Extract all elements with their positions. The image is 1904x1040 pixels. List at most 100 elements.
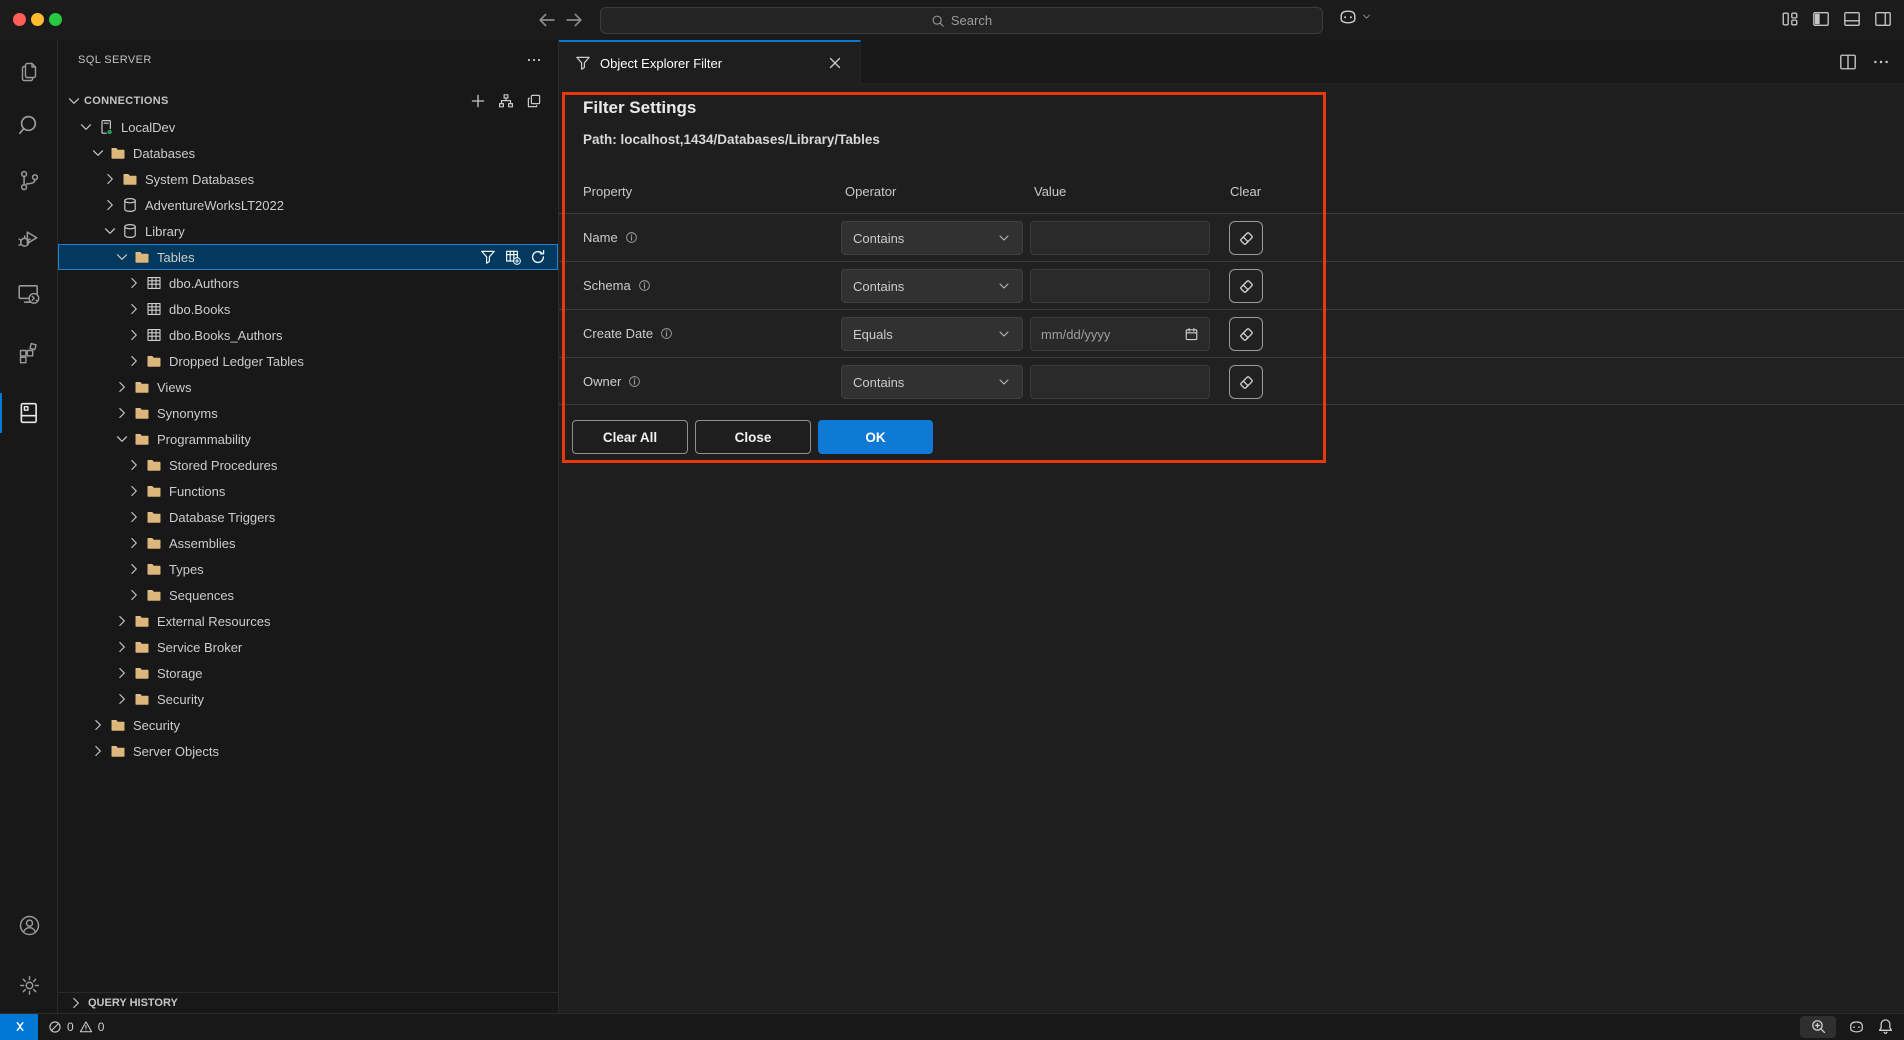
navigate-back-icon[interactable] — [536, 9, 558, 31]
activity-bar-item-sql-server[interactable] — [0, 391, 58, 435]
customize-layout-icon[interactable] — [1781, 10, 1799, 28]
zoom-in-status-button[interactable] — [1800, 1016, 1836, 1038]
notifications-bell-icon[interactable] — [1877, 1018, 1894, 1035]
tree-item-types[interactable]: Types — [58, 556, 558, 582]
tree-item-system-databases[interactable]: System Databases — [58, 166, 558, 192]
tree-item-service-broker[interactable]: Service Broker — [58, 634, 558, 660]
eraser-icon — [1238, 278, 1255, 295]
clear-row-button[interactable] — [1229, 221, 1263, 255]
tree-item-label: Stored Procedures — [169, 458, 277, 473]
database-icon — [122, 197, 138, 213]
explorer-icon — [17, 60, 41, 84]
tree-item-library[interactable]: Library — [58, 218, 558, 244]
tree-item-security[interactable]: Security — [58, 712, 558, 738]
folder-icon — [110, 145, 126, 161]
window-zoom-button[interactable] — [49, 13, 62, 26]
server-group-icon[interactable] — [498, 93, 514, 109]
tree-item-assemblies[interactable]: Assemblies — [58, 530, 558, 556]
ok-button[interactable]: OK — [818, 420, 933, 454]
activity-bar-item-search[interactable] — [0, 102, 58, 146]
remote-icon — [12, 1019, 27, 1034]
tree-item-server-objects[interactable]: Server Objects — [58, 738, 558, 764]
operator-dropdown[interactable]: Contains — [841, 269, 1023, 303]
tree-item-adventureworkslt2022[interactable]: AdventureWorksLT2022 — [58, 192, 558, 218]
value-input[interactable]: mm/dd/yyyy — [1030, 317, 1210, 351]
query-history-section[interactable]: QUERY HISTORY — [58, 992, 558, 1013]
tree-item-tables[interactable]: Tables — [58, 244, 558, 270]
operator-dropdown[interactable]: Equals — [841, 317, 1023, 351]
tree-item-functions[interactable]: Functions — [58, 478, 558, 504]
tree-item-databases[interactable]: Databases — [58, 140, 558, 166]
navigate-forward-icon[interactable] — [563, 9, 585, 31]
activity-bar-item-run-and-debug[interactable] — [0, 215, 58, 259]
tree-item-dbo-books[interactable]: dbo.Books — [58, 296, 558, 322]
chevron-down-icon — [90, 145, 106, 161]
chevron-down-icon — [997, 375, 1011, 389]
tree-item-dbo-authors[interactable]: dbo.Authors — [58, 270, 558, 296]
tree-item-localdev[interactable]: LocalDev — [58, 114, 558, 140]
tree-item-storage[interactable]: Storage — [58, 660, 558, 686]
split-editor-icon[interactable] — [1839, 53, 1857, 71]
add-connection-icon[interactable] — [470, 93, 486, 109]
tree-item-label: Programmability — [157, 432, 251, 447]
table-icon — [146, 301, 162, 317]
activity-bar-item-explorer[interactable] — [0, 50, 58, 94]
activity-bar-item-accounts[interactable] — [0, 903, 58, 947]
toggle-primary-sidebar-icon[interactable] — [1812, 10, 1830, 28]
value-input[interactable] — [1030, 221, 1210, 255]
tree-item-synonyms[interactable]: Synonyms — [58, 400, 558, 426]
filter-icon[interactable] — [480, 249, 496, 265]
tree-item-external-resources[interactable]: External Resources — [58, 608, 558, 634]
activity-bar-item-extensions[interactable] — [0, 331, 58, 375]
chevron-down-icon — [114, 249, 130, 265]
clear-all-button[interactable]: Clear All — [572, 420, 688, 454]
tab-close-icon[interactable] — [826, 54, 844, 72]
chevron-down-icon — [1361, 11, 1372, 22]
operator-dropdown[interactable]: Contains — [841, 221, 1023, 255]
folder-icon — [134, 665, 150, 681]
tree-item-connections[interactable]: CONNECTIONS — [58, 88, 558, 114]
operator-dropdown[interactable]: Contains — [841, 365, 1023, 399]
tree-item-sequences[interactable]: Sequences — [58, 582, 558, 608]
editor-more-actions-icon[interactable] — [1872, 53, 1890, 71]
window-close-button[interactable] — [13, 13, 26, 26]
value-input[interactable] — [1030, 365, 1210, 399]
value-input[interactable] — [1030, 269, 1210, 303]
toggle-secondary-sidebar-icon[interactable] — [1874, 10, 1892, 28]
clear-row-button[interactable] — [1229, 269, 1263, 303]
chevron-down-icon — [997, 327, 1011, 341]
tree-item-programmability[interactable]: Programmability — [58, 426, 558, 452]
clear-row-button[interactable] — [1229, 317, 1263, 351]
property-label: Schema — [583, 262, 651, 309]
activity-bar-item-settings[interactable] — [0, 963, 58, 1007]
tree-item-views[interactable]: Views — [58, 374, 558, 400]
toggle-panel-icon[interactable] — [1843, 10, 1861, 28]
window-minimize-button[interactable] — [31, 13, 44, 26]
tab-object-explorer-filter[interactable]: Object Explorer Filter — [559, 40, 861, 84]
problems-status[interactable]: 0 0 — [48, 1020, 104, 1034]
calendar-icon[interactable] — [1184, 327, 1199, 342]
copilot-menu-button[interactable] — [1338, 8, 1372, 25]
errors-icon — [48, 1020, 62, 1034]
tree-item-security[interactable]: Security — [58, 686, 558, 712]
new-window-icon[interactable] — [526, 93, 542, 109]
tree-item-database-triggers[interactable]: Database Triggers — [58, 504, 558, 530]
chevron-right-icon — [126, 561, 142, 577]
tree-item-stored-procedures[interactable]: Stored Procedures — [58, 452, 558, 478]
source-control-icon — [17, 168, 41, 192]
tree-item-label: Dropped Ledger Tables — [169, 354, 304, 369]
activity-bar-item-source-control[interactable] — [0, 158, 58, 202]
activity-bar-item-remote-explorer[interactable] — [0, 272, 58, 316]
copilot-status-icon[interactable] — [1848, 1018, 1865, 1035]
refresh-icon[interactable] — [530, 249, 546, 265]
column-header-operator: Operator — [845, 184, 896, 199]
tree-item-dropped-ledger-tables[interactable]: Dropped Ledger Tables — [58, 348, 558, 374]
close-button[interactable]: Close — [695, 420, 811, 454]
clear-row-button[interactable] — [1229, 365, 1263, 399]
more-actions-icon[interactable] — [526, 52, 542, 68]
search-input[interactable]: Search — [600, 7, 1323, 34]
new-table-icon[interactable] — [505, 249, 521, 265]
warnings-icon — [79, 1020, 93, 1034]
remote-indicator-button[interactable] — [0, 1014, 38, 1040]
tree-item-dbo-books-authors[interactable]: dbo.Books_Authors — [58, 322, 558, 348]
